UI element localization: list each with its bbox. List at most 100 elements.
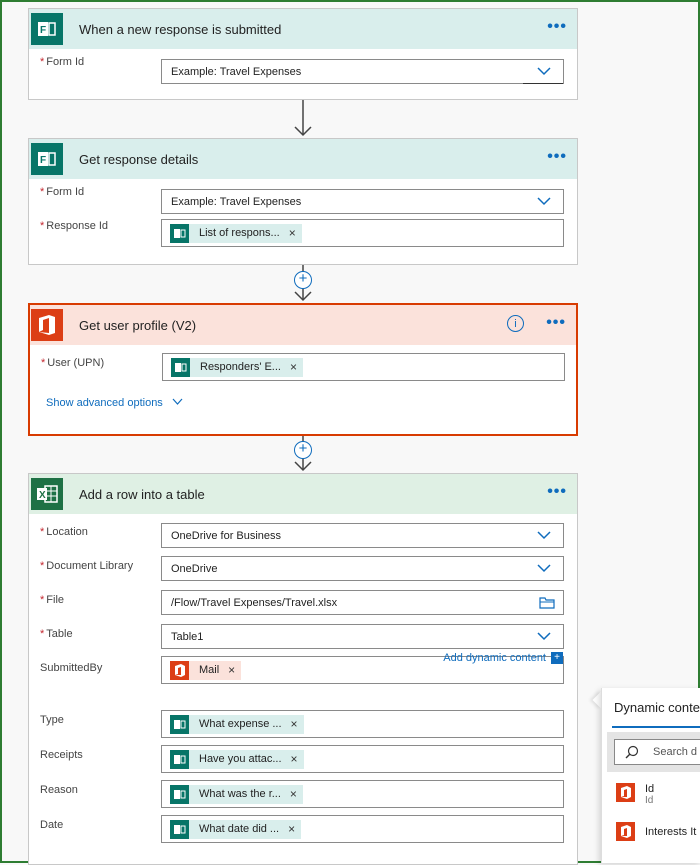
dynamic-token[interactable]: Mail × (170, 660, 242, 680)
remove-token-icon[interactable]: × (289, 226, 296, 240)
dynamic-token[interactable]: What was the r... × (170, 784, 303, 804)
add-row-card-header[interactable]: X Add a row into a table ••• (29, 474, 577, 514)
dynamic-token[interactable]: What expense ... × (170, 714, 304, 734)
dynamic-content-flyout[interactable]: Dynamic conte Search d Id Id Interests I… (601, 688, 700, 863)
card-title: When a new response is submitted (79, 21, 282, 37)
location-row: * Location OneDrive for Business (29, 520, 577, 554)
form-id-label: * Form Id (40, 56, 85, 68)
chevron-down-icon[interactable] (537, 194, 551, 208)
add-dynamic-content-link[interactable]: Add dynamic content + (443, 652, 563, 664)
flyout-search-placeholder: Search d (653, 746, 698, 758)
location-value: OneDrive for Business (171, 529, 282, 542)
table-label: * Table (40, 628, 73, 640)
more-options-icon[interactable]: ••• (546, 315, 566, 331)
receipts-row: Receipts Have you attac... × (29, 745, 577, 780)
down-arrow-icon (294, 100, 312, 137)
add-row-card[interactable]: X Add a row into a table ••• * Location O… (28, 473, 578, 865)
type-row: Type What expense ... × (29, 710, 577, 745)
flyout-item-label: Interests It (645, 826, 697, 838)
chevron-down-icon[interactable] (537, 64, 551, 78)
trigger-card[interactable]: F When a new response is submitted ••• *… (28, 8, 578, 100)
more-options-icon[interactable]: ••• (547, 484, 567, 500)
document-library-row: * Document Library OneDrive (29, 554, 577, 588)
folder-icon[interactable] (539, 596, 555, 609)
location-label: * Location (40, 526, 88, 538)
type-label: Type (40, 714, 64, 726)
table-value: Table1 (171, 630, 204, 643)
get-response-card[interactable]: F Get response details ••• * Form Id Exam… (28, 138, 578, 265)
form-id-dropdown[interactable]: Example: Travel Expenses (161, 189, 564, 214)
forms-icon (170, 714, 189, 734)
more-options-icon[interactable]: ••• (547, 149, 567, 165)
remove-token-icon[interactable]: × (290, 787, 297, 801)
trigger-card-header[interactable]: F When a new response is submitted ••• (29, 9, 577, 49)
date-row: Date What date did ... × (29, 815, 577, 850)
flyout-search-input[interactable]: Search d (614, 739, 700, 765)
form-id-dropdown[interactable]: Example: Travel Expenses (161, 59, 564, 84)
more-options-icon[interactable]: ••• (547, 19, 567, 35)
document-library-dropdown[interactable]: OneDrive (161, 556, 564, 581)
chevron-down-icon[interactable] (537, 528, 551, 542)
remove-token-icon[interactable]: × (291, 752, 298, 766)
token-label: What expense ... (199, 718, 282, 730)
table-dropdown[interactable]: Table1 (161, 624, 564, 649)
office-icon (31, 309, 63, 341)
chevron-down-icon[interactable] (537, 629, 551, 643)
form-id-row: * Form Id Example: Travel Expenses (29, 185, 577, 219)
insert-step-button[interactable]: + (294, 441, 312, 459)
flyout-item-label: Id (645, 783, 655, 795)
svg-text:F: F (40, 25, 46, 36)
user-upn-field[interactable]: Responders' E... × (162, 353, 565, 381)
response-id-label: * Response Id (40, 220, 109, 232)
dynamic-token[interactable]: Have you attac... × (170, 749, 304, 769)
forms-icon (170, 223, 189, 243)
flyout-item-interests[interactable]: Interests It (616, 822, 696, 841)
reason-field[interactable]: What was the r... × (161, 780, 564, 808)
remove-token-icon[interactable]: × (288, 822, 295, 836)
dynamic-token[interactable]: List of respons... × (170, 223, 302, 243)
form-id-row: * Form Id Example: Travel Expenses (29, 55, 577, 89)
forms-icon (170, 749, 189, 769)
type-field[interactable]: What expense ... × (161, 710, 564, 738)
document-library-value: OneDrive (171, 562, 218, 575)
date-label: Date (40, 819, 64, 831)
office-icon (170, 660, 189, 680)
get-user-profile-card[interactable]: Get user profile (V2) i ••• * User (UPN) … (28, 303, 578, 436)
date-field[interactable]: What date did ... × (161, 815, 564, 843)
token-label: List of respons... (199, 227, 280, 239)
user-upn-row: * User (UPN) Responders' E... × (30, 351, 576, 385)
chevron-down-icon (172, 398, 183, 405)
flyout-item-id[interactable]: Id Id (616, 783, 654, 807)
token-label: Responders' E... (200, 361, 281, 373)
receipts-field[interactable]: Have you attac... × (161, 745, 564, 773)
dynamic-token[interactable]: What date did ... × (170, 819, 302, 839)
file-label: * File (40, 594, 65, 606)
reason-row: Reason What was the r... × (29, 780, 577, 815)
form-id-value: Example: Travel Expenses (171, 195, 302, 208)
card-title: Add a row into a table (79, 486, 205, 502)
office-icon (616, 783, 635, 802)
token-label: Have you attac... (199, 753, 282, 765)
show-advanced-options-link[interactable]: Show advanced options (46, 397, 183, 409)
file-picker[interactable]: /Flow/Travel Expenses/Travel.xlsx (161, 590, 564, 615)
remove-token-icon[interactable]: × (290, 360, 297, 374)
get-user-profile-card-header[interactable]: Get user profile (V2) i ••• (30, 305, 576, 345)
chevron-down-icon[interactable] (537, 561, 551, 575)
form-id-value: Example: Travel Expenses (171, 65, 302, 78)
forms-icon: F (31, 13, 63, 45)
response-id-field[interactable]: List of respons... × (161, 219, 564, 247)
response-id-row: * Response Id List of respons... × (29, 219, 577, 253)
info-icon[interactable]: i (507, 315, 524, 332)
insert-step-button[interactable]: + (294, 271, 312, 289)
remove-token-icon[interactable]: × (291, 717, 298, 731)
token-label: Mail (199, 664, 220, 676)
card-title: Get response details (79, 151, 199, 167)
remove-token-icon[interactable]: × (228, 663, 235, 677)
location-dropdown[interactable]: OneDrive for Business (161, 523, 564, 548)
submittedby-label: SubmittedBy (40, 662, 103, 674)
dynamic-token[interactable]: Responders' E... × (171, 357, 303, 377)
flyout-title: Dynamic conte (614, 700, 700, 715)
get-response-card-header[interactable]: F Get response details ••• (29, 139, 577, 179)
office-icon (616, 822, 635, 841)
